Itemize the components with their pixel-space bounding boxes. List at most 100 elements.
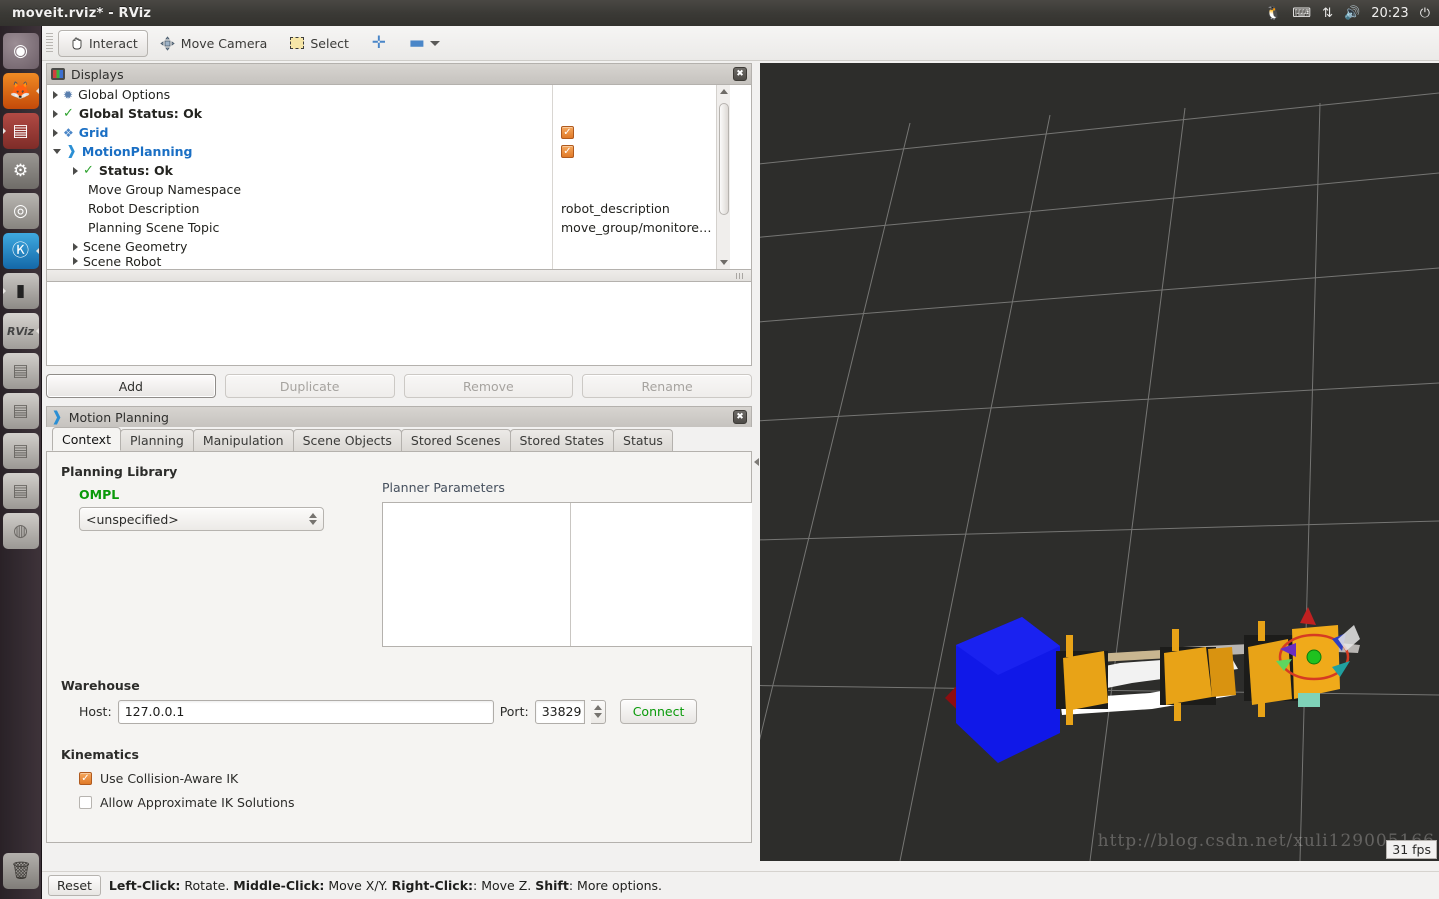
display-value-row[interactable]: [553, 180, 730, 199]
planner-parameters-table[interactable]: [382, 502, 758, 647]
select-tool-button[interactable]: Select: [279, 30, 359, 57]
kdenlive-icon[interactable]: Ⓚ: [2, 233, 39, 269]
close-icon[interactable]: ✖: [733, 410, 747, 424]
add-tool-button[interactable]: ✛: [361, 30, 397, 57]
display-value-row[interactable]: [553, 104, 730, 123]
display-value-row-grid[interactable]: ✓: [553, 123, 730, 142]
display-value-robot-description[interactable]: robot_description: [553, 199, 730, 218]
keyboard-indicator-icon[interactable]: ⌨: [1292, 6, 1311, 21]
display-row-scene-geometry[interactable]: Scene Geometry: [47, 237, 552, 256]
display-row-robot-description[interactable]: Robot Description: [47, 199, 552, 218]
tux-indicator-icon[interactable]: 🐧: [1265, 6, 1281, 21]
display-label: MotionPlanning: [81, 144, 193, 159]
display-value-row[interactable]: [553, 85, 730, 104]
toolbar-grip[interactable]: [46, 33, 53, 53]
interact-tool-button[interactable]: Interact: [58, 29, 148, 57]
display-row-planning-scene-topic[interactable]: Planning Scene Topic: [47, 218, 552, 237]
chevron-right-icon[interactable]: [73, 166, 78, 175]
planner-select[interactable]: <unspecified>: [79, 507, 324, 531]
approximate-ik-row[interactable]: ✓ Allow Approximate IK Solutions: [79, 795, 294, 810]
port-stepper[interactable]: [590, 699, 606, 724]
scrollbar-thumb[interactable]: [719, 103, 729, 215]
displays-horizontal-scrollbar[interactable]: [46, 270, 752, 282]
approximate-ik-checkbox[interactable]: ✓: [79, 796, 92, 809]
motion-planning-icon: ❱: [51, 409, 63, 425]
display-row-status[interactable]: ✓ Status: Ok: [47, 161, 552, 180]
3d-viewport[interactable]: http://blog.csdn.net/xuli129005166 31 fp…: [760, 63, 1439, 861]
port-input[interactable]: 33829: [534, 699, 585, 724]
tab-planning[interactable]: Planning: [119, 429, 194, 451]
displays-action-buttons: Add Duplicate Remove Rename: [46, 374, 752, 398]
duplicate-button[interactable]: Duplicate: [224, 374, 395, 398]
rename-button[interactable]: Rename: [582, 374, 752, 398]
displays-tree[interactable]: ✹ Global Options ✓ Global Status: Ok ❖ G…: [46, 84, 752, 270]
camera-icon[interactable]: ◎: [2, 193, 39, 229]
display-value-row-motionplanning[interactable]: ✓: [553, 142, 730, 161]
display-label: Robot Description: [88, 201, 200, 216]
terminal-icon[interactable]: ▮: [2, 273, 39, 309]
display-row-move-group-namespace[interactable]: Move Group Namespace: [47, 180, 552, 199]
chevron-right-icon[interactable]: [73, 257, 78, 265]
unity-top-panel: moveit.rviz* - RViz 🐧 ⌨ ⇅ 🔊 20:23 ⏻: [0, 0, 1439, 26]
collision-aware-ik-row[interactable]: ✓ Use Collision-Aware IK: [79, 771, 294, 786]
motionplanning-enabled-checkbox[interactable]: ✓: [561, 145, 574, 158]
displays-vertical-scrollbar[interactable]: [716, 85, 730, 269]
system-tray: 🐧 ⌨ ⇅ 🔊 20:23 ⏻: [1265, 6, 1439, 21]
move-camera-tool-button[interactable]: Move Camera: [150, 30, 278, 57]
clock[interactable]: 20:23: [1371, 6, 1408, 21]
trash-icon[interactable]: 🗑: [3, 853, 39, 889]
cd-drive-icon[interactable]: ◍: [2, 513, 39, 549]
ubuntu-dash-icon[interactable]: ◉: [2, 33, 39, 69]
firefox-icon[interactable]: 🦊: [2, 73, 39, 109]
motion-planning-icon: ❱: [66, 144, 77, 159]
connect-button[interactable]: Connect: [619, 699, 698, 724]
tab-scene-objects[interactable]: Scene Objects: [292, 429, 402, 451]
display-value-row[interactable]: [553, 161, 730, 180]
chevron-right-icon[interactable]: [53, 90, 58, 99]
scrollbar-grip[interactable]: [736, 273, 745, 279]
settings-icon[interactable]: ⚙: [2, 153, 39, 189]
hand-cursor-icon: [68, 35, 84, 51]
remove-tool-button[interactable]: ▬: [399, 30, 450, 57]
power-menu-icon[interactable]: ⏻: [1420, 6, 1430, 21]
close-icon[interactable]: ✖: [733, 67, 747, 81]
chevron-down-icon[interactable]: [429, 40, 440, 46]
tab-context[interactable]: Context: [52, 427, 121, 451]
disk-drive-icon-2[interactable]: ▤: [2, 393, 39, 429]
display-row-global-options[interactable]: ✹ Global Options: [47, 85, 552, 104]
collision-aware-ik-checkbox[interactable]: ✓: [79, 772, 92, 785]
grid-enabled-checkbox[interactable]: ✓: [561, 126, 574, 139]
disk-drive-icon-3[interactable]: ▤: [2, 433, 39, 469]
volume-indicator-icon[interactable]: 🔊: [1344, 6, 1360, 21]
chevron-left-icon[interactable]: [753, 458, 759, 466]
hint-middle-click-action: Move X/Y.: [324, 878, 392, 893]
remove-button[interactable]: Remove: [403, 374, 574, 398]
add-button[interactable]: Add: [46, 374, 216, 398]
chevron-down-icon[interactable]: [53, 149, 61, 154]
host-input[interactable]: 127.0.0.1: [117, 699, 494, 724]
display-row-global-status[interactable]: ✓ Global Status: Ok: [47, 104, 552, 123]
network-indicator-icon[interactable]: ⇅: [1322, 6, 1333, 21]
display-label: Grid: [78, 125, 109, 140]
disk-drive-icon-1[interactable]: ▤: [2, 353, 39, 389]
chevron-right-icon[interactable]: [53, 109, 58, 118]
disk-drive-icon-4[interactable]: ▤: [2, 473, 39, 509]
spinner-arrows-icon[interactable]: [309, 513, 317, 525]
tab-stored-states[interactable]: Stored States: [509, 429, 615, 451]
display-row-grid[interactable]: ❖ Grid: [47, 123, 552, 142]
tab-manipulation[interactable]: Manipulation: [192, 429, 294, 451]
reset-button[interactable]: Reset: [48, 875, 101, 896]
motion-planning-panel-header: ❱ Motion Planning ✖: [46, 406, 752, 427]
display-value-planning-scene-topic[interactable]: move_group/monitore…: [553, 218, 730, 237]
files-icon[interactable]: ▤: [2, 113, 39, 149]
chevron-right-icon[interactable]: [73, 242, 78, 251]
scroll-down-icon[interactable]: [720, 260, 728, 265]
display-row-scene-robot[interactable]: Scene Robot: [47, 256, 552, 266]
left-dock-splitter[interactable]: [752, 63, 760, 861]
rviz-icon[interactable]: RViz: [2, 313, 39, 349]
display-row-motionplanning[interactable]: ❱ MotionPlanning: [47, 142, 552, 161]
chevron-right-icon[interactable]: [53, 128, 58, 137]
tab-stored-scenes[interactable]: Stored Scenes: [400, 429, 511, 451]
tab-status[interactable]: Status: [613, 429, 673, 451]
scroll-up-icon[interactable]: [720, 89, 728, 94]
